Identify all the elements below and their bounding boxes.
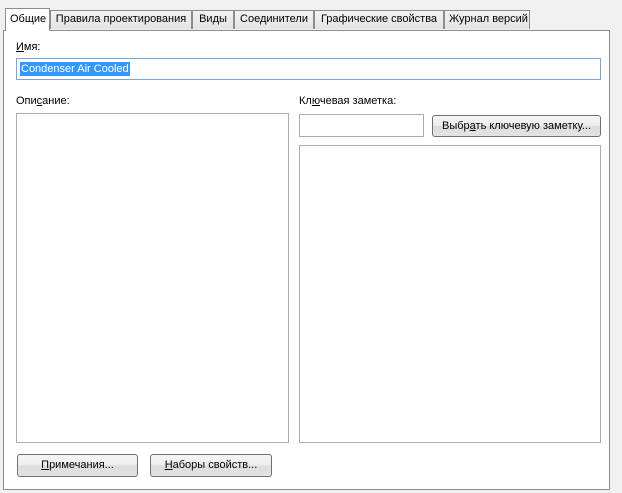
- keynote-label-text-start: Кл: [299, 95, 312, 107]
- property-sets-button-text: аборы свойств...: [172, 459, 258, 471]
- tab-connectors[interactable]: Соединители: [234, 10, 314, 29]
- keynote-label: Ключевая заметка:: [299, 95, 396, 107]
- keynote-label-accel: ю: [311, 95, 320, 107]
- tab-graphic-properties[interactable]: Графические свойства: [314, 10, 444, 29]
- tab-general[interactable]: Общие: [5, 8, 50, 31]
- keynote-input[interactable]: [299, 114, 424, 137]
- property-sets-button[interactable]: Наборы свойств...: [150, 454, 272, 477]
- notes-button[interactable]: Примечания...: [17, 454, 138, 477]
- name-input-value: Condenser Air Cooled: [20, 62, 130, 76]
- keynote-text-area[interactable]: [299, 145, 601, 443]
- notes-button-text: римечания...: [49, 459, 114, 471]
- notes-button-accel: П: [41, 459, 50, 471]
- property-sets-button-accel: Н: [164, 459, 173, 471]
- name-input[interactable]: Condenser Air Cooled: [16, 58, 601, 80]
- tab-version-history[interactable]: Журнал версий: [444, 10, 530, 29]
- description-label-text-end: ание:: [42, 95, 70, 107]
- description-label-text-start: Опи: [16, 95, 37, 107]
- tab-views[interactable]: Виды: [192, 10, 234, 29]
- name-label: Имя:: [16, 41, 40, 53]
- select-keynote-button-text-start: Выбр: [441, 120, 470, 132]
- description-label: Описание:: [16, 95, 70, 107]
- name-label-text: мя:: [23, 41, 41, 53]
- keynote-label-text-end: чевая заметка:: [319, 95, 397, 107]
- description-textarea[interactable]: [16, 113, 289, 443]
- tab-strip: Общие Правила проектирования Виды Соедин…: [2, 8, 622, 31]
- tab-design-rules[interactable]: Правила проектирования: [50, 10, 192, 29]
- select-keynote-button[interactable]: Выбрать ключевую заметку...: [432, 115, 601, 137]
- select-keynote-button-text-end: ть ключевую заметку...: [475, 120, 592, 132]
- name-label-accel: И: [16, 41, 24, 53]
